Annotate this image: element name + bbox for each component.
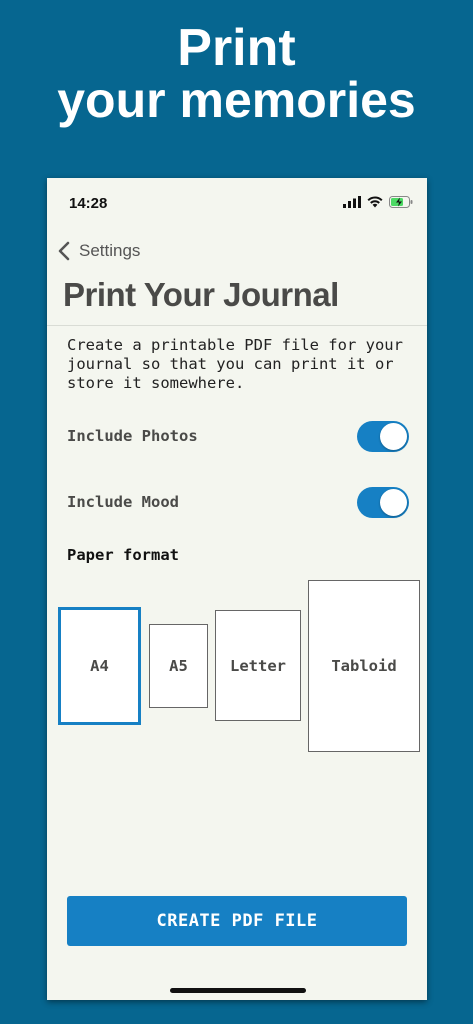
include-photos-label: Include Photos xyxy=(67,427,198,445)
status-icons xyxy=(343,196,413,208)
status-time: 14:28 xyxy=(69,195,108,212)
status-bar: 14:28 xyxy=(47,178,427,228)
back-button-label: Settings xyxy=(79,241,141,260)
create-pdf-button[interactable]: CREATE PDF FILE xyxy=(67,896,407,946)
phone-screen: 14:28 Settings Print Your Journal Create… xyxy=(47,178,427,1000)
page-description: Create a printable PDF file for your jou… xyxy=(67,336,403,392)
include-mood-row: Include Mood xyxy=(67,485,409,519)
include-photos-row: Include Photos xyxy=(67,419,409,453)
promo-headline-line2: your memories xyxy=(57,72,416,128)
battery-charging-icon xyxy=(389,196,413,208)
home-indicator[interactable] xyxy=(170,988,306,993)
divider xyxy=(47,325,427,326)
promo-headline: Print your memories xyxy=(0,22,473,126)
include-mood-label: Include Mood xyxy=(67,493,179,511)
paper-option-letter-label: Letter xyxy=(230,656,286,675)
paper-option-tabloid[interactable]: Tabloid xyxy=(308,580,420,752)
paper-option-letter[interactable]: Letter xyxy=(215,610,301,721)
create-pdf-button-label: CREATE PDF FILE xyxy=(156,911,318,931)
signal-icon xyxy=(343,196,361,208)
paper-option-a4[interactable]: A4 xyxy=(58,607,141,725)
include-mood-toggle[interactable] xyxy=(357,486,409,518)
back-button[interactable]: Settings xyxy=(55,238,140,264)
include-photos-toggle[interactable] xyxy=(357,420,409,452)
wifi-icon xyxy=(367,196,383,208)
chevron-left-icon xyxy=(58,241,70,261)
paper-option-a5-label: A5 xyxy=(169,657,188,675)
paper-option-tabloid-label: Tabloid xyxy=(331,657,397,675)
promo-headline-line1: Print xyxy=(177,19,296,77)
paper-option-a4-label: A4 xyxy=(90,657,109,675)
paper-format-label: Paper format xyxy=(67,546,179,564)
paper-option-a5[interactable]: A5 xyxy=(149,624,208,708)
page-title: Print Your Journal xyxy=(63,276,339,313)
